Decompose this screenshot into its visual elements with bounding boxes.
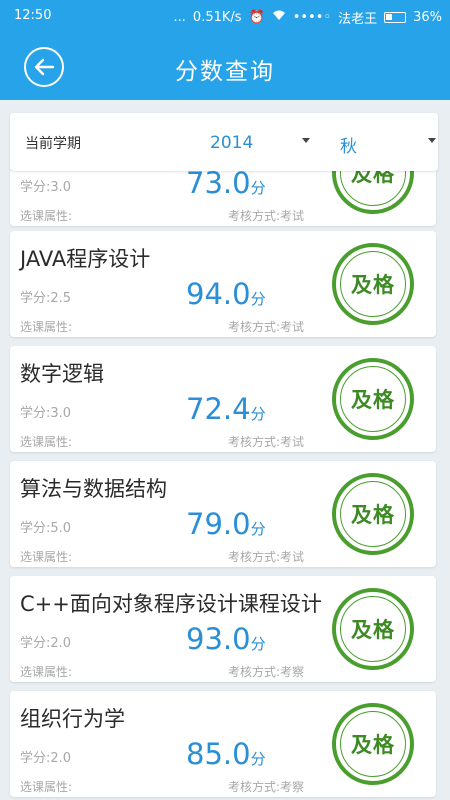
course-exam-method: 考核方式:考试 xyxy=(228,435,305,449)
course-name: 数字逻辑 xyxy=(20,362,104,386)
course-credit: 学分:2.0 xyxy=(20,751,72,766)
score-value: 79.0 xyxy=(186,507,251,541)
course-score: 73.0分 xyxy=(186,171,266,200)
battery-icon xyxy=(384,12,407,23)
course-name: JAVA程序设计 xyxy=(20,247,151,271)
grade-stamp: 及格 xyxy=(332,358,414,440)
grade-stamp: 及格 xyxy=(332,171,414,214)
score-value: 72.4 xyxy=(186,392,251,426)
course-name: C++面向对象程序设计课程设计 xyxy=(20,592,322,616)
course-exam-method: 考核方式:考察 xyxy=(228,665,305,679)
status-icons: ... 0.51K/s ⏰ ••••◦ 法老王 36% xyxy=(174,8,442,27)
score-value: 94.0 xyxy=(186,277,251,311)
course-attribute: 选课属性: xyxy=(20,320,73,334)
network-speed: 0.51K/s xyxy=(192,10,242,25)
course-exam-method: 考核方式:考试 xyxy=(228,320,305,334)
grade-text: 及格 xyxy=(351,171,395,186)
score-value: 93.0 xyxy=(186,622,251,656)
status-bar: 12:50 ... 0.51K/s ⏰ ••••◦ 法老王 36% xyxy=(0,0,450,34)
score-unit: 分 xyxy=(250,179,266,197)
course-credit: 学分:5.0 xyxy=(20,521,72,536)
season-value: 秋 xyxy=(340,137,357,157)
term-label: 当前学期 xyxy=(25,136,81,152)
course-attribute: 选课属性: xyxy=(20,665,73,679)
score-unit: 分 xyxy=(250,290,266,308)
chevron-down-icon xyxy=(428,138,436,143)
course-name: 算法与数据结构 xyxy=(20,477,167,501)
grade-text: 及格 xyxy=(351,732,395,757)
course-score: 93.0分 xyxy=(186,622,266,656)
course-name: 组织行为学 xyxy=(20,707,125,731)
course-list[interactable]: 学分:3.0 73.0分 选课属性: 考核方式:考试 及格 JAVA程序设计 学… xyxy=(0,171,450,800)
grade-stamp: 及格 xyxy=(332,703,414,785)
course-card[interactable]: JAVA程序设计 学分:2.5 94.0分 选课属性: 考核方式:考试 及格 xyxy=(10,231,436,337)
course-card[interactable]: 数字逻辑 学分:3.0 72.4分 选课属性: 考核方式:考试 及格 xyxy=(10,346,436,452)
course-card[interactable]: C++面向对象程序设计课程设计 学分:2.0 93.0分 选课属性: 考核方式:… xyxy=(10,576,436,682)
course-card[interactable]: 算法与数据结构 学分:5.0 79.0分 选课属性: 考核方式:考试 及格 xyxy=(10,461,436,567)
term-selector: 当前学期 2014 秋 xyxy=(10,113,438,171)
signal-icon: ••••◦ xyxy=(292,10,332,25)
score-unit: 分 xyxy=(250,405,266,423)
grade-text: 及格 xyxy=(351,387,395,412)
course-credit: 学分:3.0 xyxy=(20,406,72,421)
course-card[interactable]: 组织行为学 学分:2.0 85.0分 选课属性: 考核方式:考察 及格 xyxy=(10,691,436,797)
course-attribute: 选课属性: xyxy=(20,435,73,449)
course-exam-method: 考核方式:考试 xyxy=(228,209,305,223)
course-exam-method: 考核方式:考试 xyxy=(228,550,305,564)
course-credit: 学分:2.0 xyxy=(20,636,72,651)
page-title: 分数查询 xyxy=(175,59,275,85)
score-value: 85.0 xyxy=(186,737,251,771)
grade-stamp: 及格 xyxy=(332,473,414,555)
battery-level: 36% xyxy=(413,10,442,25)
grade-stamp: 及格 xyxy=(332,243,414,325)
grade-text: 及格 xyxy=(351,502,395,527)
course-attribute: 选课属性: xyxy=(20,209,73,223)
app-header: 分数查询 xyxy=(0,34,450,100)
course-exam-method: 考核方式:考察 xyxy=(228,780,305,794)
course-credit: 学分:2.5 xyxy=(20,291,72,306)
course-score: 94.0分 xyxy=(186,277,266,311)
status-time: 12:50 xyxy=(14,8,52,23)
course-score: 79.0分 xyxy=(186,507,266,541)
score-unit: 分 xyxy=(250,750,266,768)
status-dots: ... xyxy=(173,10,186,25)
course-score: 85.0分 xyxy=(186,737,266,771)
score-unit: 分 xyxy=(250,635,266,653)
season-dropdown[interactable]: 秋 xyxy=(330,125,440,159)
year-value: 2014 xyxy=(210,133,254,153)
grade-text: 及格 xyxy=(351,272,395,297)
grade-text: 及格 xyxy=(351,617,395,642)
score-value: 73.0 xyxy=(186,171,251,200)
course-credit: 学分:3.0 xyxy=(20,180,72,195)
year-dropdown[interactable]: 2014 xyxy=(200,125,318,159)
score-unit: 分 xyxy=(250,520,266,538)
grade-stamp: 及格 xyxy=(332,588,414,670)
course-score: 72.4分 xyxy=(186,392,266,426)
carrier-name: 法老王 xyxy=(338,12,378,27)
course-attribute: 选课属性: xyxy=(20,780,73,794)
course-attribute: 选课属性: xyxy=(20,550,73,564)
wifi-icon xyxy=(272,10,286,25)
course-card[interactable]: 学分:3.0 73.0分 选课属性: 考核方式:考试 及格 xyxy=(10,171,436,226)
chevron-down-icon xyxy=(302,138,310,143)
alarm-icon: ⏰ xyxy=(248,10,265,25)
